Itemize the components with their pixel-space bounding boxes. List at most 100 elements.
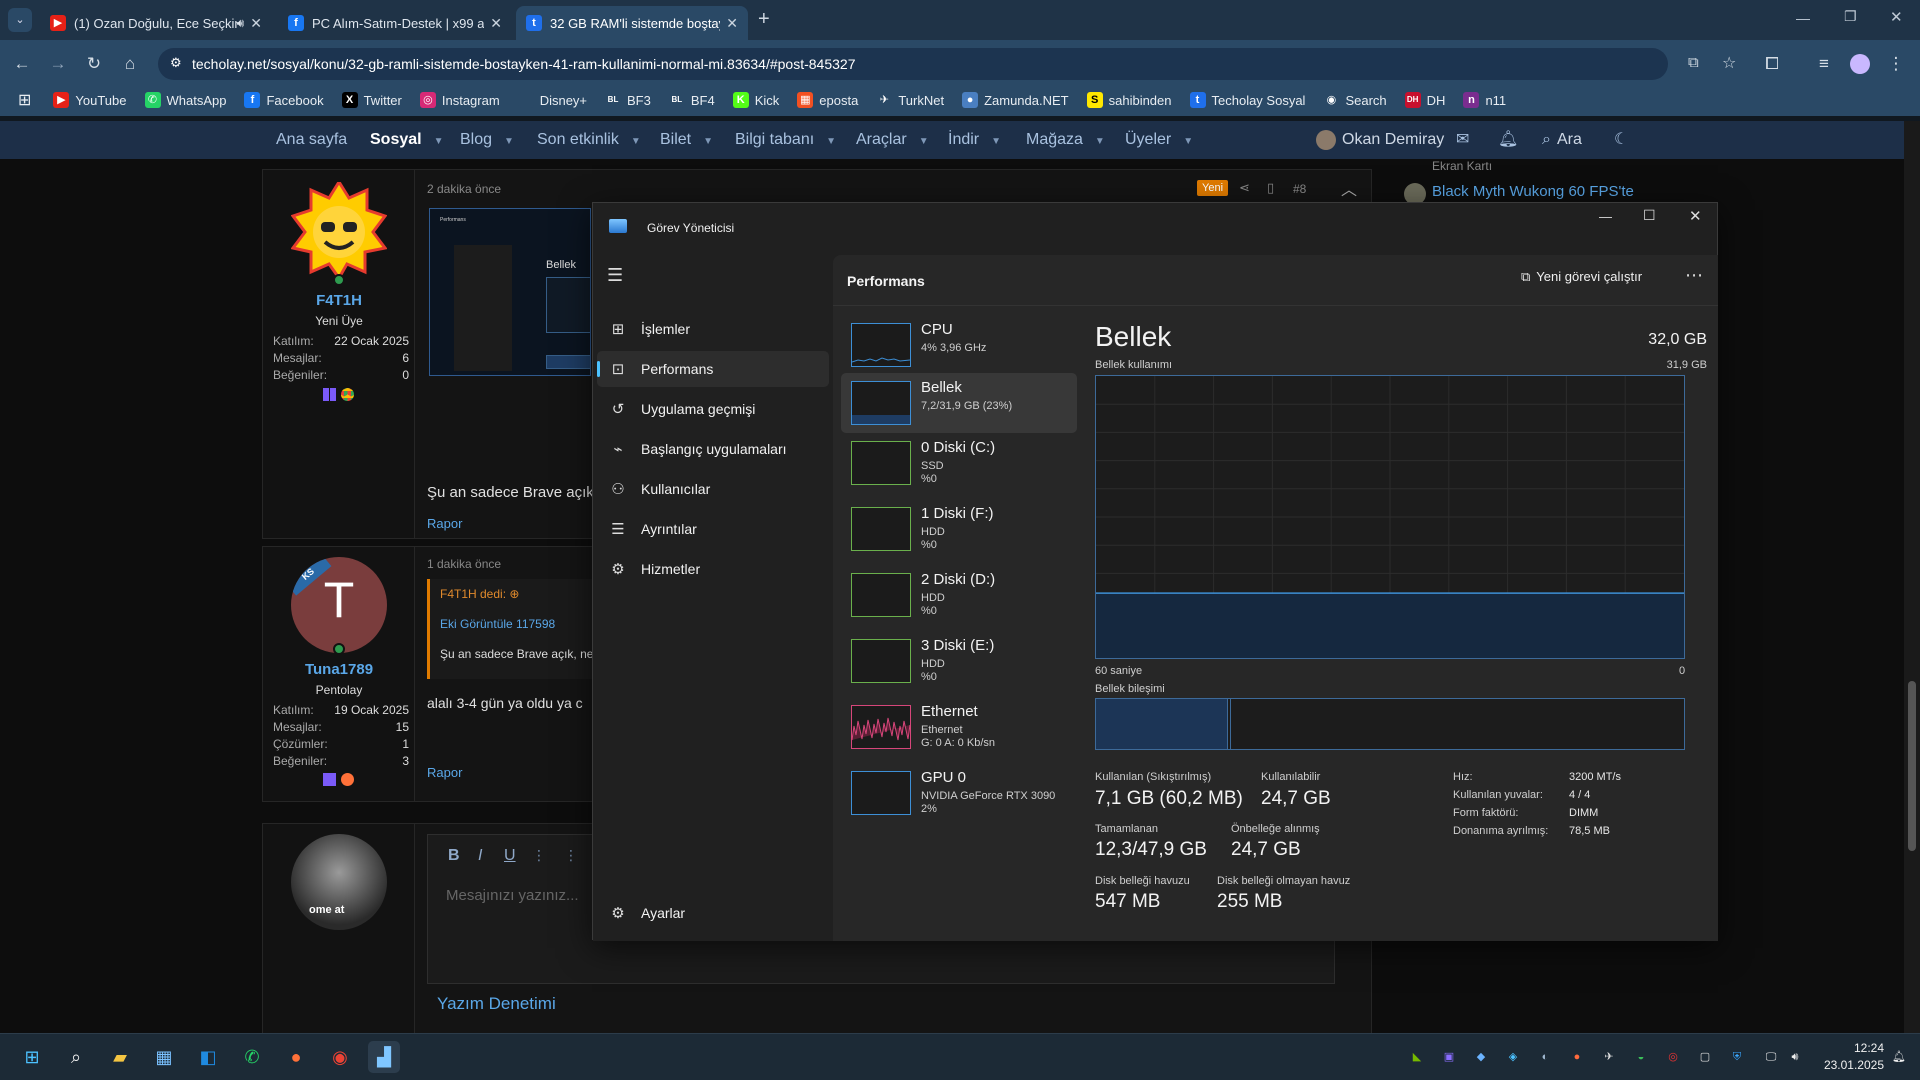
speaker-icon[interactable]: 🔊︎ bbox=[237, 16, 245, 31]
tm-nav-settings[interactable]: ⚙ Ayarlar bbox=[597, 895, 829, 931]
chevron-down-icon[interactable]: ▼ bbox=[919, 136, 929, 147]
tray-app-icon[interactable]: ◒ bbox=[1632, 1048, 1650, 1066]
nav-item-5[interactable]: Bilgi tabanı ▼ bbox=[735, 121, 836, 159]
file-explorer-icon[interactable]: ▰ bbox=[104, 1041, 136, 1073]
extensions-icon[interactable]: ⧠ bbox=[1758, 50, 1786, 78]
underline-button[interactable]: U bbox=[504, 847, 516, 865]
resource-3-diski-e-[interactable]: 3 Diski (E:) HDD %0 bbox=[841, 631, 1077, 691]
report-link[interactable]: Rapor bbox=[427, 516, 462, 531]
bold-button[interactable]: B bbox=[448, 847, 460, 865]
tab-facebook[interactable]: f PC Alım-Satım-Destek | x99 ana ✕ bbox=[278, 6, 512, 40]
close-icon[interactable]: ✕ bbox=[1689, 207, 1702, 225]
bookmark-twitter[interactable]: X Twitter bbox=[341, 92, 402, 108]
resource-ethernet[interactable]: Ethernet Ethernet G: 0 A: 0 Kb/sn bbox=[841, 697, 1077, 757]
chevron-down-icon[interactable]: ▼ bbox=[826, 136, 836, 147]
username[interactable]: Tuna1789 bbox=[263, 661, 415, 678]
user-menu[interactable]: Okan Demiray bbox=[1316, 121, 1444, 159]
tm-nav-performance[interactable]: ⊡ Performans bbox=[597, 351, 829, 387]
chevron-down-icon[interactable]: ▼ bbox=[991, 136, 1001, 147]
tm-nav-details[interactable]: ☰ Ayrıntılar bbox=[597, 511, 829, 547]
apps-grid-icon[interactable]: ⊞ bbox=[18, 90, 31, 110]
hamburger-menu-icon[interactable]: ☰ bbox=[607, 265, 623, 286]
resource-gpu-0[interactable]: GPU 0 NVIDIA GeForce RTX 3090 2% bbox=[841, 763, 1077, 823]
tm-nav-history[interactable]: ↺ Uygulama geçmişi bbox=[597, 391, 829, 427]
nav-item-8[interactable]: Mağaza ▼ bbox=[1026, 121, 1105, 159]
chevron-down-icon[interactable]: ▼ bbox=[1095, 136, 1105, 147]
mail-icon[interactable]: ✉ bbox=[1456, 121, 1469, 159]
nav-item-0[interactable]: Ana sayfa bbox=[276, 121, 347, 159]
post-number[interactable]: #8 bbox=[1293, 182, 1306, 196]
resource-bellek[interactable]: Bellek 7,2/31,9 GB (23%) bbox=[841, 373, 1077, 433]
search-button[interactable]: ⌕ Ara bbox=[1542, 121, 1582, 159]
microsoft-store-icon[interactable]: ▦ bbox=[148, 1041, 180, 1073]
nav-item-2[interactable]: Blog ▼ bbox=[460, 121, 514, 159]
nvidia-icon[interactable]: ◣ bbox=[1408, 1048, 1426, 1066]
notification-bell-icon[interactable]: 🔔︎ bbox=[1890, 1048, 1908, 1066]
message-input[interactable]: Mesajınızı yazınız... bbox=[446, 887, 579, 904]
bookmark-youtube[interactable]: ▶ YouTube bbox=[53, 92, 127, 108]
more-options-icon[interactable]: ⋮ bbox=[564, 847, 578, 864]
tray-app-icon[interactable]: ▣ bbox=[1440, 1048, 1458, 1066]
tray-app-icon[interactable]: ✈ bbox=[1600, 1048, 1618, 1066]
tray-app-icon[interactable]: ◎ bbox=[1664, 1048, 1682, 1066]
page-scrollbar[interactable] bbox=[1904, 121, 1920, 1033]
media-controls-icon[interactable]: ≡ bbox=[1810, 50, 1838, 78]
site-info-icon[interactable]: ⚙ bbox=[170, 55, 182, 71]
minimize-icon[interactable]: — bbox=[1599, 209, 1612, 224]
chevron-down-icon[interactable]: ▼ bbox=[703, 136, 713, 147]
tray-app-icon[interactable]: ● bbox=[1568, 1048, 1586, 1066]
forward-icon[interactable]: → bbox=[44, 50, 72, 78]
nav-item-6[interactable]: Araçlar ▼ bbox=[856, 121, 929, 159]
tray-app-icon[interactable]: ▢ bbox=[1696, 1048, 1714, 1066]
volume-icon[interactable]: 🔊︎ bbox=[1786, 1048, 1804, 1066]
italic-button[interactable]: I bbox=[478, 847, 482, 865]
bookmark-instagram[interactable]: ◎ Instagram bbox=[419, 92, 500, 108]
tm-nav-processes[interactable]: ⊞ İşlemler bbox=[597, 311, 829, 347]
search-icon[interactable]: ⌕ bbox=[60, 1041, 92, 1073]
bookmark-eposta[interactable]: ▦ eposta bbox=[797, 92, 858, 108]
start-button[interactable]: ⊞ bbox=[16, 1041, 48, 1073]
network-icon[interactable]: 🖵︎ bbox=[1762, 1048, 1780, 1066]
firefox-icon[interactable]: ● bbox=[280, 1041, 312, 1073]
minimize-icon[interactable]: — bbox=[1796, 10, 1810, 26]
close-icon[interactable]: ✕ bbox=[726, 15, 738, 32]
restore-icon[interactable]: ❐ bbox=[1844, 8, 1857, 25]
bookmark-search[interactable]: ◉ Search bbox=[1323, 92, 1387, 108]
menu-icon[interactable]: ⋮ bbox=[1882, 50, 1910, 78]
tab-search-button[interactable]: ⌄ bbox=[8, 8, 32, 32]
task-manager-taskbar-icon[interactable]: ▟ bbox=[368, 1041, 400, 1073]
back-icon[interactable]: ← bbox=[8, 50, 36, 78]
post-time[interactable]: 1 dakika önce bbox=[427, 557, 501, 571]
home-icon[interactable]: ⌂ bbox=[116, 50, 144, 78]
bookmark-techolay-sosyal[interactable]: t Techolay Sosyal bbox=[1189, 92, 1305, 108]
chevron-down-icon[interactable]: ▼ bbox=[504, 136, 514, 147]
resource-cpu[interactable]: CPU 4% 3,96 GHz bbox=[841, 315, 1077, 375]
resource-1-diski-f-[interactable]: 1 Diski (F:) HDD %0 bbox=[841, 499, 1077, 559]
avatar[interactable] bbox=[290, 179, 388, 281]
tray-app-icon[interactable]: ◈ bbox=[1504, 1048, 1522, 1066]
new-tab-button[interactable]: + bbox=[758, 8, 770, 31]
share-icon[interactable]: ⋖ bbox=[1239, 180, 1250, 196]
close-icon[interactable]: ✕ bbox=[490, 15, 502, 32]
new-task-button[interactable]: ⧉ Yeni görevi çalıştır bbox=[1521, 269, 1642, 285]
clock-date[interactable]: 23.01.2025 bbox=[1812, 1058, 1884, 1072]
clock-time[interactable]: 12:24 bbox=[1812, 1041, 1884, 1055]
tray-app-icon[interactable]: ◆ bbox=[1472, 1048, 1490, 1066]
nav-item-4[interactable]: Bilet ▼ bbox=[660, 121, 713, 159]
resource-0-diski-c-[interactable]: 0 Diski (C:) SSD %0 bbox=[841, 433, 1077, 493]
maximize-icon[interactable]: ☐ bbox=[1643, 207, 1656, 224]
tm-nav-startup[interactable]: ⌁ Başlangıç uygulamaları bbox=[597, 431, 829, 467]
profile-avatar[interactable] bbox=[1846, 50, 1874, 78]
report-link[interactable]: Rapor bbox=[427, 765, 462, 780]
bookmark-kick[interactable]: K Kick bbox=[732, 92, 779, 108]
collapse-icon[interactable]: ︿ bbox=[1341, 176, 1357, 200]
chrome-icon[interactable]: ◉ bbox=[324, 1041, 356, 1073]
defender-icon[interactable]: ⛨ bbox=[1728, 1048, 1746, 1066]
install-app-icon[interactable]: ⧉ bbox=[1688, 54, 1699, 71]
quote-author[interactable]: F4T1H dedi: ⊕ bbox=[440, 587, 519, 601]
bookmark-n11[interactable]: n n11 bbox=[1463, 92, 1506, 108]
address-bar[interactable]: ⚙ techolay.net/sosyal/konu/32-gb-ramli-s… bbox=[158, 48, 1736, 80]
dark-mode-icon[interactable]: ☾ bbox=[1614, 121, 1628, 159]
nav-item-1[interactable]: Sosyal ▼ bbox=[370, 121, 444, 159]
bookmark-sahibinden[interactable]: Ssahibinden bbox=[1086, 92, 1172, 108]
